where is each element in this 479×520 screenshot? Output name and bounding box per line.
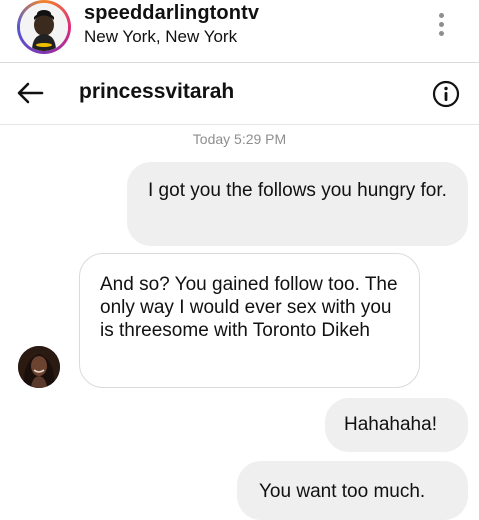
outgoing-message[interactable]: I got you the follows you hungry for. — [127, 162, 468, 246]
dm-header: princessvitarah — [0, 63, 479, 125]
outgoing-message[interactable]: Hahahaha! — [325, 398, 468, 452]
dm-title[interactable]: princessvitarah — [79, 80, 234, 104]
post-avatar[interactable] — [17, 0, 71, 54]
post-location[interactable]: New York, New York — [84, 27, 237, 47]
post-header: speeddarlingtontv New York, New York — [0, 0, 479, 62]
outgoing-message[interactable]: You want too much. — [237, 461, 468, 520]
message-timestamp: Today 5:29 PM — [192, 131, 287, 147]
incoming-message[interactable]: And so? You gained follow too. The only … — [79, 253, 420, 388]
sender-avatar[interactable] — [18, 346, 60, 388]
more-vertical-icon[interactable] — [430, 10, 454, 40]
post-avatar-image — [20, 3, 68, 51]
post-username[interactable]: speeddarlingtontv — [84, 2, 259, 25]
info-icon[interactable] — [432, 80, 460, 108]
back-arrow-icon[interactable] — [16, 81, 44, 105]
